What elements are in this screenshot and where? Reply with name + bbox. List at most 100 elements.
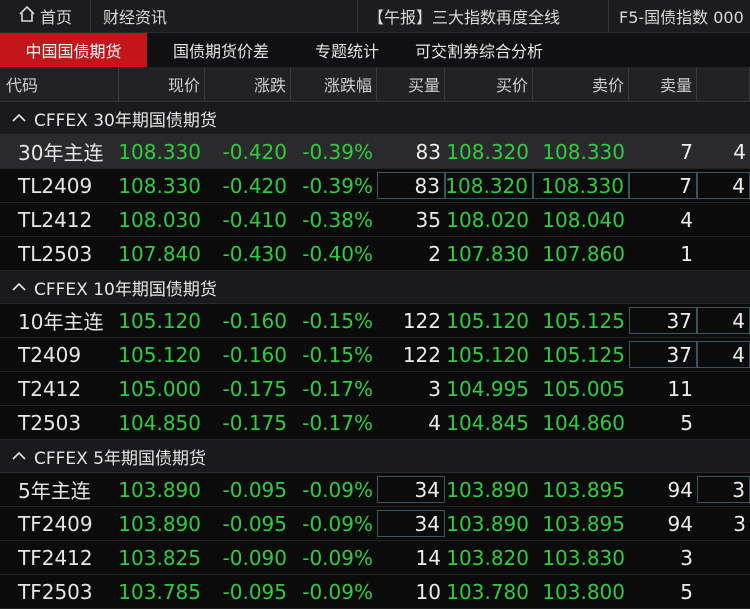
tab-cn-bond-futures[interactable]: 中国国债期货 <box>0 33 147 67</box>
group-header[interactable]: CFFEX 30年期国债期货 <box>0 102 750 135</box>
chevron-up-icon <box>12 277 26 297</box>
cell-bidvol: 4 <box>428 410 441 435</box>
cell-pct: -0.09% <box>302 477 373 502</box>
col-ask[interactable]: 卖价 <box>533 67 629 101</box>
cell-pct: -0.09% <box>302 511 373 536</box>
cell-askvol: 7 <box>629 172 697 199</box>
cell-change: -0.175 <box>222 410 287 435</box>
headline-ticker[interactable]: 【午报】三大指数再度全线 <box>358 0 609 32</box>
table-row[interactable]: TF2412 103.825 -0.090 -0.09% 14 103.820 103.83… <box>0 541 750 575</box>
cell-code: T2412 <box>18 376 82 401</box>
cell-askvol: 11 <box>667 376 693 401</box>
table-row[interactable]: 30年主连 108.330 -0.420 -0.39% 83 108.320 108.330… <box>0 135 750 169</box>
home-label: 首页 <box>39 8 72 27</box>
group-title: CFFEX 10年期国债期货 <box>34 279 217 300</box>
cell-code: TF2503 <box>18 579 93 604</box>
table-row[interactable]: TL2412 108.030 -0.410 -0.38% 35 108.020 108.04… <box>0 203 750 237</box>
home-button[interactable]: 首页 <box>0 0 91 32</box>
cell-change: -0.430 <box>222 241 287 266</box>
cell-code: TF2412 <box>18 545 93 570</box>
table-row[interactable]: T2503 104.850 -0.175 -0.17% 4 104.845 104.860 5 <box>0 406 750 440</box>
cell-code: TL2409 <box>18 173 93 198</box>
cell-askvol: 5 <box>680 410 693 435</box>
cell-code: 10年主连 <box>18 310 104 334</box>
table-row[interactable]: 5年主连 103.890 -0.095 -0.09% 34 103.890 103.895 9… <box>0 473 750 507</box>
col-pct[interactable]: 涨跌幅 <box>291 67 377 101</box>
headline-text: 【午报】三大指数再度全线 <box>368 8 561 27</box>
cell-change: -0.420 <box>222 173 287 198</box>
cell-pct: -0.15% <box>302 308 373 333</box>
cell-price: 108.330 <box>118 173 201 198</box>
tab-special-stats[interactable]: 专题统计 <box>295 33 399 67</box>
table-row[interactable]: T2409 105.120 -0.160 -0.15% 122 105.120 105.12… <box>0 338 750 372</box>
tab-bond-spread[interactable]: 国债期货价差 <box>147 33 295 67</box>
tab-deliverable-analysis[interactable]: 可交割券综合分析 <box>399 33 559 67</box>
cell-change: -0.090 <box>222 545 287 570</box>
cell-extra <box>697 375 750 402</box>
cell-bid: 103.890 <box>446 511 529 536</box>
cell-bidvol: 14 <box>415 545 441 570</box>
cell-code: 30年主连 <box>18 141 104 165</box>
cell-code: 5年主连 <box>18 479 91 503</box>
cell-code: T2409 <box>18 342 82 367</box>
col-extra[interactable] <box>697 67 750 101</box>
table-row[interactable]: 10年主连 105.120 -0.160 -0.15% 122 105.120 105.12… <box>0 304 750 338</box>
cell-change: -0.420 <box>222 139 287 164</box>
f5-index-button[interactable]: F5-国债指数 000 <box>609 0 750 32</box>
cell-extra <box>697 544 750 571</box>
cell-bidvol: 83 <box>377 172 445 199</box>
table-header: 代码 现价 涨跌 涨跌幅 买量 买价 卖价 卖量 <box>0 67 750 102</box>
cell-bid: 108.020 <box>446 207 529 232</box>
cell-pct: -0.17% <box>302 410 373 435</box>
group-header[interactable]: CFFEX 10年期国债期货 <box>0 271 750 304</box>
cell-askvol: 94 <box>667 477 693 502</box>
cell-bid: 104.845 <box>446 410 529 435</box>
cell-price: 105.120 <box>118 308 201 333</box>
cell-ask: 105.005 <box>542 376 625 401</box>
cell-askvol: 3 <box>680 545 693 570</box>
group-header[interactable]: CFFEX 5年期国债期货 <box>0 440 750 473</box>
table-row[interactable]: TL2409 108.330 -0.420 -0.39% 83 108.320 108.33… <box>0 169 750 203</box>
table-row[interactable]: TF2409 103.890 -0.095 -0.09% 34 103.890 103.89… <box>0 507 750 541</box>
cell-bid: 105.120 <box>446 308 529 333</box>
table-row[interactable]: TL2503 107.840 -0.430 -0.40% 2 107.830 107.860… <box>0 237 750 271</box>
news-button[interactable]: 财经资讯 <box>91 0 358 32</box>
cell-ask: 108.330 <box>542 139 625 164</box>
cell-extra: 3 <box>697 476 750 503</box>
col-askvol[interactable]: 卖量 <box>629 67 697 101</box>
col-bidvol[interactable]: 买量 <box>377 67 445 101</box>
cell-ask: 104.860 <box>542 410 625 435</box>
cell-code: T2503 <box>18 410 82 435</box>
cell-price: 103.890 <box>118 477 201 502</box>
cell-bid: 108.320 <box>446 139 529 164</box>
quote-table: CFFEX 30年期国债期货 30年主连 108.330 -0.420 -0.39% 83… <box>0 102 750 609</box>
table-row[interactable]: T2412 105.000 -0.175 -0.17% 3 104.995 105.005 1… <box>0 372 750 406</box>
cell-extra: 3 <box>733 511 746 536</box>
cell-bidvol: 83 <box>415 139 441 164</box>
cell-extra: 4 <box>697 307 750 334</box>
cell-pct: -0.17% <box>302 376 373 401</box>
cell-ask: 108.330 <box>533 172 629 199</box>
tab-bar: 中国国债期货 国债期货价差 专题统计 可交割券综合分析 <box>0 33 750 67</box>
col-bid[interactable]: 买价 <box>445 67 533 101</box>
cell-bidvol: 122 <box>402 342 441 367</box>
cell-bid: 105.120 <box>446 342 529 367</box>
cell-price: 108.030 <box>118 207 201 232</box>
cell-change: -0.410 <box>222 207 287 232</box>
cell-ask: 105.125 <box>542 342 625 367</box>
cell-change: -0.160 <box>222 308 287 333</box>
col-code[interactable]: 代码 <box>0 67 119 101</box>
cell-ask: 103.895 <box>542 511 625 536</box>
cell-bid: 103.890 <box>446 477 529 502</box>
col-change[interactable]: 涨跌 <box>205 67 291 101</box>
cell-extra: 4 <box>697 341 750 368</box>
f5-label: F5-国债指数 000 <box>619 8 744 27</box>
tab-label: 可交割券综合分析 <box>414 42 543 61</box>
cell-extra: 4 <box>697 172 750 199</box>
cell-ask: 107.860 <box>542 241 625 266</box>
cell-pct: -0.40% <box>302 241 373 266</box>
col-price[interactable]: 现价 <box>119 67 205 101</box>
cell-bidvol: 3 <box>428 376 441 401</box>
table-row[interactable]: TF2503 103.785 -0.095 -0.09% 10 103.780 103.80… <box>0 575 750 609</box>
chevron-up-icon <box>12 108 26 128</box>
